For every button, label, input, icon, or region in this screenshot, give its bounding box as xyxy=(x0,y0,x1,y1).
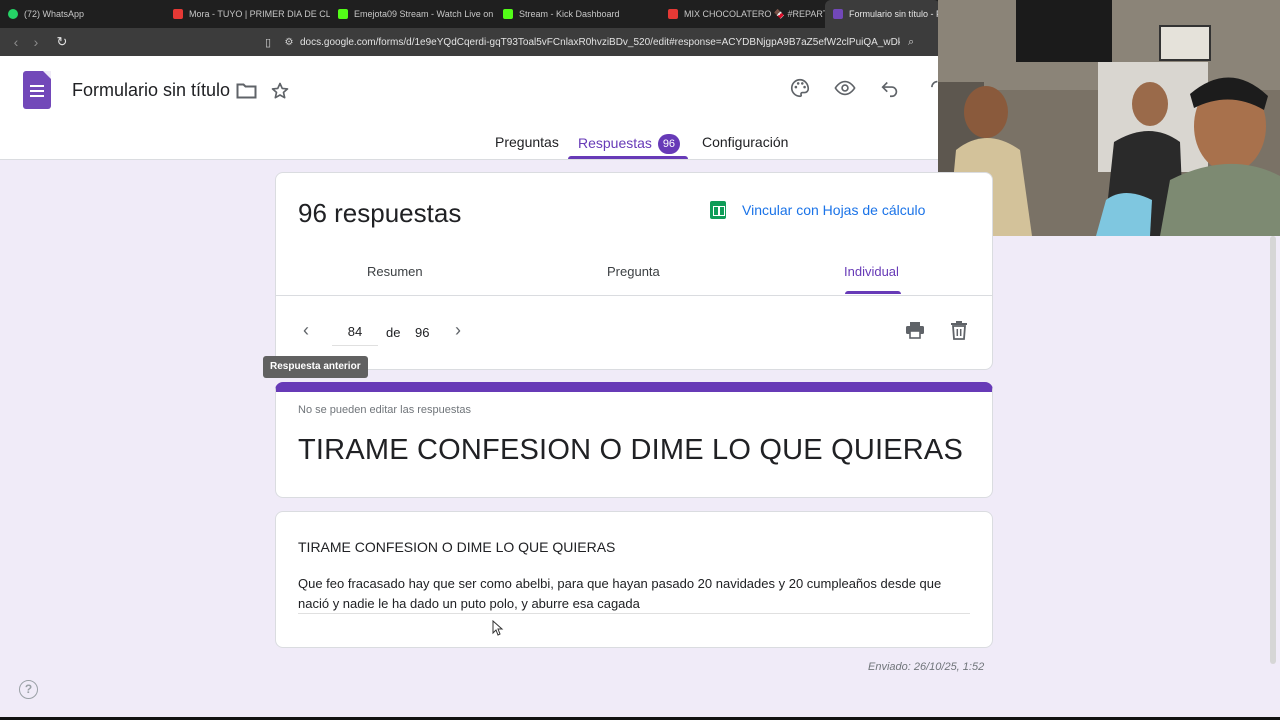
browser-tab-label: Formulario sin título - For xyxy=(849,9,940,19)
page-scrollbar[interactable] xyxy=(1270,236,1276,664)
star-icon[interactable] xyxy=(270,81,290,101)
browser-tab-label: MIX CHOCOLATERO 🍫 #REPARTO ( xyxy=(684,8,825,19)
pager-total: 96 xyxy=(415,325,430,340)
browser-tab-youtube-mora[interactable]: Mora - TUYO | PRIMER DIA DE CLASE xyxy=(165,0,330,28)
zoom-icon[interactable]: ⌕ xyxy=(908,36,914,49)
folder-icon[interactable] xyxy=(236,82,257,100)
palette-icon[interactable] xyxy=(789,77,811,99)
browser-tab-kick-stream[interactable]: Emejota09 Stream - Watch Live on Ki xyxy=(330,0,495,28)
kick-icon xyxy=(503,9,513,19)
responses-summary-card: 96 respuestas Vincular con Hojas de cálc… xyxy=(275,172,993,370)
reload-icon[interactable]: ↻ xyxy=(52,32,72,52)
redo-icon[interactable] xyxy=(924,77,938,99)
link-to-sheets-button[interactable]: Vincular con Hojas de cálculo xyxy=(710,201,925,219)
help-icon[interactable]: ? xyxy=(19,680,38,699)
browser-tab-label: Stream - Kick Dashboard xyxy=(519,9,620,19)
youtube-icon xyxy=(173,9,183,19)
divider xyxy=(276,295,992,296)
forms-header: Formulario sin título Preguntas Respuest… xyxy=(0,56,938,160)
active-tab-indicator xyxy=(568,156,688,159)
url-text[interactable]: docs.google.com/forms/d/1e9eYQdCqerdi-gq… xyxy=(300,37,900,48)
google-sheets-icon xyxy=(710,201,726,219)
question-answer-card: TIRAME CONFESION O DIME LO QUE QUIERAS Q… xyxy=(275,511,993,648)
browser-tab-label: Emejota09 Stream - Watch Live on Ki xyxy=(354,9,495,19)
answer-text: Que feo fracasado hay que ser como abelb… xyxy=(298,576,942,611)
browser-tab-label: (72) WhatsApp xyxy=(24,9,85,19)
submitted-timestamp: Enviado: 26/10/25, 1:52 xyxy=(868,661,985,673)
subtab-pregunta[interactable]: Pregunta xyxy=(607,264,660,279)
next-response-chevron-icon[interactable]: › xyxy=(455,320,461,341)
tab-configuracion[interactable]: Configuración xyxy=(702,134,788,150)
subtab-resumen[interactable]: Resumen xyxy=(367,264,423,279)
browser-toolbar: ‹ › ↻ ▯ ⚙ docs.google.com/forms/d/1e9eYQ… xyxy=(0,28,938,56)
tab-preguntas[interactable]: Preguntas xyxy=(495,134,559,150)
address-bar[interactable]: ▯ ⚙ docs.google.com/forms/d/1e9eYQdCqerd… xyxy=(258,31,938,53)
print-icon[interactable] xyxy=(905,321,925,339)
youtube-icon xyxy=(668,9,678,19)
response-number-input[interactable]: 84 xyxy=(332,324,378,346)
pager-of-label: de xyxy=(386,325,401,340)
delete-trash-icon[interactable] xyxy=(950,320,968,340)
tab-respuestas[interactable]: Respuestas 96 xyxy=(578,134,680,154)
question-title: TIRAME CONFESION O DIME LO QUE QUIERAS xyxy=(298,539,616,555)
answer-underline xyxy=(298,613,970,614)
link-to-sheets-label: Vincular con Hojas de cálculo xyxy=(742,202,926,218)
kick-icon xyxy=(338,9,348,19)
previous-response-tooltip: Respuesta anterior xyxy=(263,356,368,378)
form-editor-tabs: Preguntas Respuestas 96 Configuración xyxy=(0,128,938,160)
whatsapp-icon xyxy=(8,9,18,19)
google-forms-logo[interactable] xyxy=(23,71,51,109)
back-icon[interactable]: ‹ xyxy=(6,32,26,52)
tab-respuestas-label: Respuestas xyxy=(578,135,652,151)
preview-eye-icon[interactable] xyxy=(834,77,856,99)
browser-tab-kick-dashboard[interactable]: Stream - Kick Dashboard xyxy=(495,0,660,28)
mouse-cursor-icon xyxy=(492,620,504,636)
responses-count-badge: 96 xyxy=(657,134,680,154)
site-info-icon[interactable]: ⚙ xyxy=(278,37,300,48)
form-title[interactable]: Formulario sin título xyxy=(72,80,230,101)
browser-tab-youtube-mix[interactable]: MIX CHOCOLATERO 🍫 #REPARTO ( xyxy=(660,0,825,28)
responses-count-heading: 96 respuestas xyxy=(298,198,462,228)
responses-not-editable-notice: No se pueden editar las respuestas xyxy=(298,404,472,416)
undo-icon[interactable] xyxy=(879,77,901,99)
forms-icon xyxy=(833,9,843,19)
response-title-card: No se pueden editar las respuestas TIRAM… xyxy=(275,382,993,498)
forward-icon[interactable]: › xyxy=(26,32,46,52)
bookmark-icon[interactable]: ▯ xyxy=(258,36,278,49)
active-subtab-indicator xyxy=(845,291,901,294)
form-heading: TIRAME CONFESION O DIME LO QUE QUIERAS xyxy=(298,434,964,466)
previous-response-chevron-icon[interactable]: ‹ xyxy=(303,320,309,341)
browser-tab-label: Mora - TUYO | PRIMER DIA DE CLASE xyxy=(189,9,330,19)
subtab-individual[interactable]: Individual xyxy=(844,264,899,279)
browser-tab-whatsapp[interactable]: (72) WhatsApp xyxy=(0,0,165,28)
browser-tab-forms[interactable]: Formulario sin título - For xyxy=(825,0,940,28)
